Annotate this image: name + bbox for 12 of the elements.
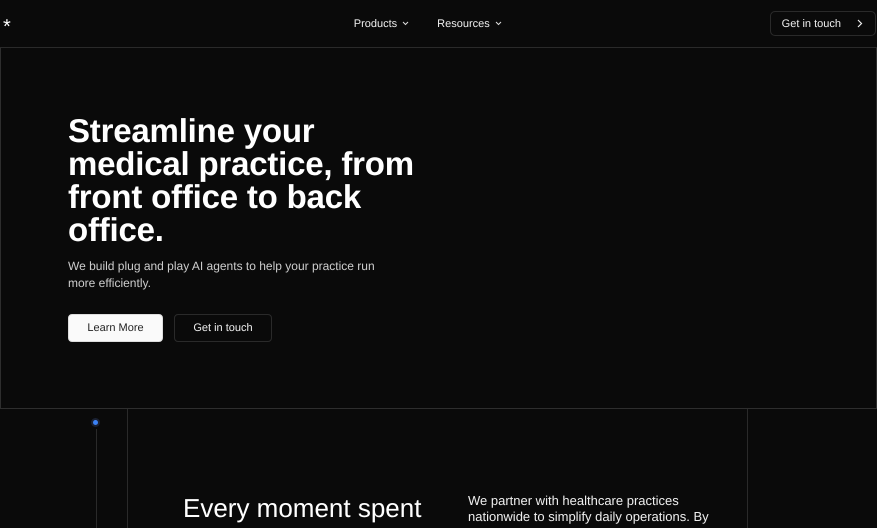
section-text: We partner with healthcare practices nationwide to simplify daily operations. By [468, 492, 710, 526]
contact-button[interactable]: Get in touch [770, 11, 876, 36]
section-heading: Every moment spent [183, 492, 422, 525]
hero-subtitle: We build plug and play AI agents to help your practice run more efficiently. [68, 258, 376, 292]
timeline-dot [93, 420, 98, 425]
contact-button[interactable]: Get in touch [174, 314, 272, 342]
hero-title: Streamline your medical practice, from front office to back office. [68, 114, 415, 246]
logo[interactable]: * [3, 10, 11, 36]
learn-more-button[interactable]: Learn More [68, 314, 163, 342]
chevron-right-icon [857, 19, 863, 28]
nav-menu[interactable]: Resources [437, 18, 502, 30]
nav-menu[interactable]: Products [354, 18, 410, 30]
